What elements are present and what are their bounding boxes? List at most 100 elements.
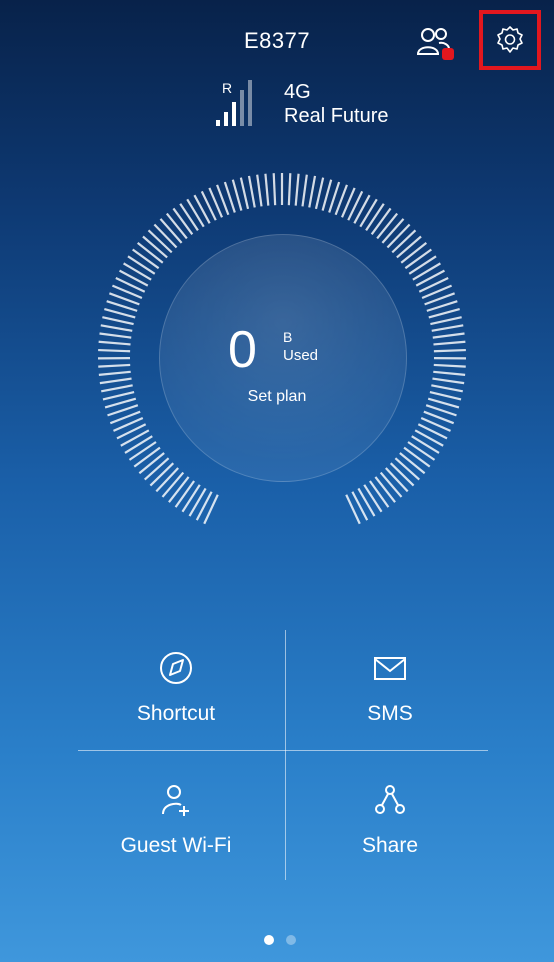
shortcut-button[interactable]: Shortcut (86, 646, 266, 746)
gauge-tick (98, 370, 131, 376)
gauge-tick (264, 173, 270, 206)
usage-unit: B (283, 329, 293, 345)
gauge-tick (203, 494, 219, 525)
gauge-tick (104, 308, 136, 319)
device-name: E8377 (243, 28, 311, 53)
share-icon (375, 785, 405, 814)
gauge-tick (357, 487, 376, 517)
share-button[interactable]: Share (300, 778, 480, 878)
gauge-tick (379, 471, 403, 498)
gauge-tick (272, 173, 277, 206)
gauge-tick (363, 484, 383, 513)
operator-name: Real Future (284, 105, 389, 127)
gauge-tick (369, 480, 390, 508)
gauge-tick (287, 173, 292, 206)
gauge-tick (155, 467, 179, 493)
network-info: 4G Real Future (284, 80, 389, 128)
gauge-tick (98, 348, 131, 353)
gauge-tick (99, 377, 132, 385)
settings-button[interactable] (479, 10, 541, 70)
gauge-tick (403, 446, 431, 468)
gauge-tick (432, 377, 465, 385)
page-dot-active[interactable] (264, 935, 274, 945)
gauge-tick (385, 467, 409, 493)
gauge-tick (102, 316, 134, 326)
gauge-tick (124, 435, 153, 454)
usage-value: 0 (228, 321, 257, 379)
gauge-tick (99, 332, 132, 339)
gauge-tick (133, 446, 161, 468)
gauge-tick (247, 175, 256, 208)
page-indicator (260, 935, 300, 947)
gauge-tick (231, 179, 243, 211)
gauge-tick (381, 218, 405, 244)
users-count-badge (442, 48, 454, 60)
gauge-tick (132, 248, 160, 270)
sms-button[interactable]: SMS (300, 646, 480, 746)
guest-wifi-button[interactable]: Guest Wi-Fi (86, 778, 266, 878)
gauge-tick (345, 494, 361, 525)
gauge-tick (136, 242, 164, 264)
gauge-tick (98, 363, 131, 368)
gauge-tick (256, 174, 263, 207)
users-icon (416, 28, 454, 60)
gauge-tick (408, 255, 437, 275)
gauge-tick (433, 370, 466, 376)
gauge-tick (404, 248, 432, 270)
gauge-tick (433, 348, 466, 353)
gauge-tick (365, 203, 385, 231)
gauge-tick (193, 194, 211, 224)
gauge-tick (359, 198, 378, 228)
gauge-tick (407, 441, 436, 461)
network-type: 4G (284, 81, 311, 103)
shortcut-label: Shortcut (136, 702, 216, 725)
grid-divider-vertical (285, 630, 286, 880)
gauge-tick (351, 491, 369, 521)
connected-users-button[interactable] (416, 24, 456, 64)
gauge-tick (314, 177, 325, 210)
signal-strength-icon (216, 80, 252, 126)
gauge-tick (432, 332, 465, 339)
share-label: Share (361, 834, 419, 857)
gauge-tick (399, 452, 426, 475)
page-dot-inactive[interactable] (286, 935, 296, 945)
gauge-tick (142, 235, 168, 259)
gauge-tick (391, 229, 417, 254)
gauge-tick (374, 476, 396, 503)
gauge-tick (181, 484, 201, 513)
gauge-tick (100, 324, 133, 332)
gauge-tick (301, 174, 308, 207)
gauge-tick (174, 480, 195, 508)
gauge-tick (433, 340, 466, 346)
gauge-tick (400, 242, 428, 264)
gauge-tick (239, 177, 250, 210)
gauge-tick (179, 203, 199, 231)
gauge-tick (412, 262, 441, 281)
gauge-tick (120, 429, 150, 447)
gauge-tick (414, 429, 444, 447)
gauge-tick (168, 476, 190, 503)
gauge-tick (396, 235, 422, 259)
gauge-tick (147, 229, 173, 254)
gauge-tick (394, 457, 421, 481)
set-plan-link[interactable]: Set plan (0, 388, 554, 406)
usage-label: Used (283, 347, 319, 364)
gauge-tick (123, 262, 152, 281)
envelope-icon (374, 657, 406, 680)
gauge-tick (98, 340, 131, 346)
gauge-tick (143, 457, 170, 481)
gauge-tick (308, 175, 317, 208)
gauge-tick (172, 207, 194, 235)
gauge-tick (149, 462, 175, 487)
gauge-tick (138, 452, 165, 475)
gauge-tick (159, 218, 183, 244)
gauge-tick (161, 471, 185, 498)
gauge-tick (415, 269, 445, 287)
gauge-tick (431, 324, 464, 332)
gauge-tick (389, 462, 415, 487)
add-user-icon (162, 785, 189, 816)
gauge-tick (128, 441, 157, 461)
gauge-tick (294, 173, 300, 206)
gauge-tick (153, 223, 178, 249)
gauge-tick (353, 194, 371, 224)
